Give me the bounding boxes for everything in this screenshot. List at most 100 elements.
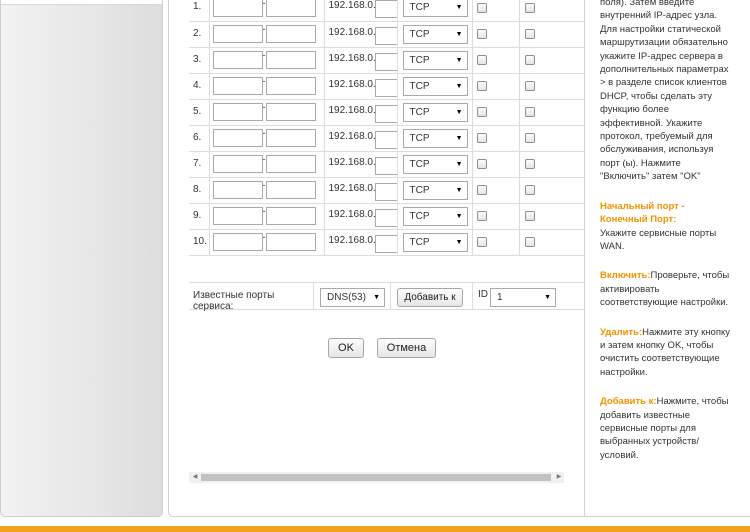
enable-checkbox[interactable]	[476, 2, 487, 13]
enable-checkbox[interactable]	[476, 54, 487, 65]
delete-checkbox[interactable]	[524, 28, 535, 39]
end-port-input[interactable]	[265, 233, 316, 251]
delete-checkbox[interactable]	[524, 2, 535, 13]
ip-cell: 192.168.0.	[324, 177, 398, 204]
row-number: 6.	[193, 131, 202, 143]
help-divider	[584, 0, 585, 516]
delete-checkbox[interactable]	[524, 184, 535, 195]
start-port-input[interactable]	[212, 51, 263, 69]
scrollbar-thumb[interactable]	[201, 474, 551, 481]
protocol-cell: TCP ▼	[397, 99, 473, 126]
end-port-input[interactable]	[265, 51, 316, 69]
footer-accent-bar	[0, 526, 750, 532]
protocol-value: TCP	[409, 80, 430, 92]
start-port-input[interactable]	[212, 233, 263, 251]
ip-cell: 192.168.0.	[324, 99, 398, 126]
enable-cell	[472, 99, 520, 126]
add-to-button[interactable]: Добавить к	[397, 288, 463, 307]
end-port-input[interactable]	[265, 25, 316, 43]
delete-checkbox[interactable]	[524, 80, 535, 91]
ip-last-octet-input[interactable]	[374, 208, 396, 227]
ip-cell: 192.168.0.	[324, 0, 398, 22]
id-label: ID	[478, 289, 488, 300]
end-port-input[interactable]	[265, 155, 316, 173]
ip-last-octet-input[interactable]	[374, 78, 396, 97]
enable-checkbox[interactable]	[476, 106, 487, 117]
delete-checkbox[interactable]	[524, 132, 535, 143]
arrow-left-icon[interactable]: ◀	[190, 472, 200, 483]
enable-checkbox[interactable]	[476, 236, 487, 247]
enable-checkbox[interactable]	[476, 132, 487, 143]
table-row: 9. -192.168.0. TCP ▼	[189, 203, 584, 230]
cancel-button[interactable]: Отмена	[377, 338, 436, 358]
ip-last-octet-input[interactable]	[374, 182, 396, 201]
help-start-end-port-title: Начальный порт - Конечный Порт:	[600, 200, 685, 226]
protocol-select[interactable]: TCP ▼	[402, 206, 468, 226]
enable-checkbox[interactable]	[476, 158, 487, 169]
protocol-select[interactable]: TCP ▼	[402, 154, 468, 174]
protocol-select[interactable]: TCP ▼	[402, 232, 468, 252]
service-select[interactable]: DNS(53) ▼	[320, 288, 385, 307]
table-row: 7. -192.168.0. TCP ▼	[189, 151, 584, 178]
enable-checkbox[interactable]	[476, 184, 487, 195]
protocol-select[interactable]: TCP ▼	[402, 102, 468, 122]
end-port-input[interactable]	[265, 0, 316, 17]
port-forwarding-table: 1. -192.168.0. TCP ▼ 2. -192.168.0. TCP ▼ 3. -192…	[189, 0, 584, 256]
end-port-input[interactable]	[265, 129, 316, 147]
ip-prefix: 192.168.0.	[328, 130, 376, 142]
row-number-cell: 4.	[189, 73, 210, 100]
horizontal-scrollbar[interactable]: ◀ ▶	[189, 472, 564, 483]
start-port-input[interactable]	[212, 25, 263, 43]
enable-cell	[472, 125, 520, 152]
protocol-value: TCP	[409, 54, 430, 66]
end-port-input[interactable]	[265, 181, 316, 199]
row-number-cell: 8.	[189, 177, 210, 204]
protocol-select[interactable]: TCP ▼	[402, 50, 468, 70]
row-number: 4.	[193, 79, 202, 91]
start-port-input[interactable]	[212, 181, 263, 199]
start-port-input[interactable]	[212, 155, 263, 173]
ip-last-octet-input[interactable]	[374, 130, 396, 149]
port-range-cell: -	[209, 0, 325, 22]
ip-last-octet-input[interactable]	[374, 104, 396, 123]
start-port-input[interactable]	[212, 129, 263, 147]
ip-last-octet-input[interactable]	[374, 156, 396, 175]
start-port-input[interactable]	[212, 103, 263, 121]
id-select-value: 1	[497, 292, 503, 303]
delete-checkbox[interactable]	[524, 236, 535, 247]
enable-checkbox[interactable]	[476, 80, 487, 91]
start-port-input[interactable]	[212, 77, 263, 95]
table-row: 4. -192.168.0. TCP ▼	[189, 73, 584, 100]
enable-checkbox[interactable]	[476, 28, 487, 39]
port-range-cell: -	[209, 203, 325, 230]
protocol-select[interactable]: TCP ▼	[402, 24, 468, 44]
ip-last-octet-input[interactable]	[374, 234, 396, 253]
start-port-input[interactable]	[212, 0, 263, 17]
row-number-cell: 7.	[189, 151, 210, 178]
end-port-input[interactable]	[265, 77, 316, 95]
start-port-input[interactable]	[212, 207, 263, 225]
protocol-select[interactable]: TCP ▼	[402, 128, 468, 148]
ok-button[interactable]: OK	[328, 338, 364, 358]
delete-checkbox[interactable]	[524, 210, 535, 221]
ip-last-octet-input[interactable]	[374, 0, 396, 18]
protocol-select[interactable]: TCP ▼	[402, 180, 468, 200]
arrow-right-icon[interactable]: ▶	[554, 472, 564, 483]
help-start-end-port: Начальный порт - Конечный Порт: Укажите …	[600, 200, 730, 254]
id-select[interactable]: 1 ▼	[490, 288, 556, 307]
ip-last-octet-input[interactable]	[374, 52, 396, 71]
delete-checkbox[interactable]	[524, 158, 535, 169]
end-port-input[interactable]	[265, 207, 316, 225]
delete-checkbox[interactable]	[524, 106, 535, 117]
delete-cell	[519, 47, 584, 74]
end-port-input[interactable]	[265, 103, 316, 121]
ip-last-octet-input[interactable]	[374, 26, 396, 45]
ip-prefix: 192.168.0.	[328, 104, 376, 116]
protocol-select[interactable]: TCP ▼	[402, 0, 468, 18]
enable-checkbox[interactable]	[476, 210, 487, 221]
delete-checkbox[interactable]	[524, 54, 535, 65]
protocol-value: TCP	[409, 106, 430, 118]
delete-cell	[519, 0, 584, 22]
ip-cell: 192.168.0.	[324, 73, 398, 100]
protocol-select[interactable]: TCP ▼	[402, 76, 468, 96]
